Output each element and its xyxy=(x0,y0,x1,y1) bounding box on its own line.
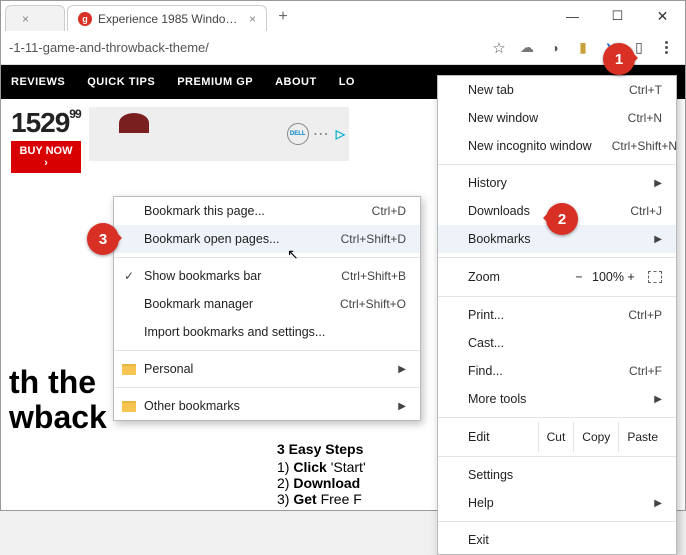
address-bar[interactable]: -1-11-game-and-throwback-theme/ xyxy=(7,40,485,55)
nav-item[interactable]: QUICK TIPS xyxy=(87,76,155,88)
fullscreen-button[interactable] xyxy=(644,271,666,283)
menu-separator xyxy=(438,456,676,457)
menu-other-bookmarks-folder[interactable]: Other bookmarks▶ xyxy=(114,392,420,420)
ad-image[interactable]: DELL ⋯ ▷ xyxy=(89,107,349,161)
ad-close-icon[interactable]: ▷ xyxy=(336,127,345,141)
edit-label: Edit xyxy=(468,430,538,444)
window-controls: — ☐ ✕ xyxy=(550,1,685,31)
menu-new-incognito[interactable]: New incognito windowCtrl+Shift+N xyxy=(438,132,676,160)
minimize-button[interactable]: — xyxy=(550,1,595,31)
chrome-menu-button[interactable] xyxy=(653,35,679,61)
menu-help[interactable]: Help▶ xyxy=(438,489,676,517)
paste-button[interactable]: Paste xyxy=(618,422,666,452)
zoom-in-button[interactable]: + xyxy=(618,270,644,284)
chevron-right-icon: ▶ xyxy=(654,498,662,509)
browser-toolbar: -1-11-game-and-throwback-theme/ ☆ ☁ ◑ ▮ … xyxy=(1,31,685,65)
chrome-main-menu: New tabCtrl+T New windowCtrl+N New incog… xyxy=(437,75,677,555)
menu-find[interactable]: Find...Ctrl+F xyxy=(438,357,676,385)
chevron-right-icon: ▶ xyxy=(654,234,662,245)
menu-separator xyxy=(114,350,420,351)
tab-active[interactable]: g Experience 1985 Windows with t × xyxy=(67,5,267,31)
menu-print[interactable]: Print...Ctrl+P xyxy=(438,301,676,329)
menu-zoom: Zoom − 100% + xyxy=(438,262,676,292)
adchoices-icon[interactable]: ⋯ xyxy=(313,124,330,144)
menu-settings[interactable]: Settings xyxy=(438,461,676,489)
ad-graphic xyxy=(119,113,149,133)
menu-separator xyxy=(438,521,676,522)
chevron-right-icon: ▶ xyxy=(654,394,662,405)
menu-separator xyxy=(114,257,420,258)
tab-title: Experience 1985 Windows with t xyxy=(98,12,243,26)
menu-bookmark-this-page[interactable]: Bookmark this page...Ctrl+D xyxy=(114,197,420,225)
close-icon[interactable]: × xyxy=(249,12,256,26)
price-label: 152999 xyxy=(11,107,81,139)
menu-history[interactable]: History▶ xyxy=(438,169,676,197)
annotation-callout-1: 1 xyxy=(603,43,635,75)
fullscreen-icon xyxy=(648,271,662,283)
chevron-right-icon: ▶ xyxy=(398,401,406,412)
zoom-label: Zoom xyxy=(468,270,566,284)
ad-steps: 3 Easy Steps 1) Click 'Start' 2) Downloa… xyxy=(277,441,366,507)
extension-icon[interactable]: ▮ xyxy=(571,36,595,60)
menu-more-tools[interactable]: More tools▶ xyxy=(438,385,676,413)
zoom-value: 100% xyxy=(592,270,618,284)
zoom-out-button[interactable]: − xyxy=(566,270,592,284)
maximize-button[interactable]: ☐ xyxy=(595,1,640,31)
kebab-icon xyxy=(665,41,668,54)
extension-icon[interactable]: ◑ xyxy=(543,36,567,60)
nav-item[interactable]: LO xyxy=(339,76,355,88)
menu-separator xyxy=(438,296,676,297)
chevron-right-icon: ▶ xyxy=(398,364,406,375)
nav-item[interactable]: PREMIUM GP xyxy=(177,76,253,88)
menu-import-bookmarks[interactable]: Import bookmarks and settings... xyxy=(114,318,420,346)
menu-cast[interactable]: Cast... xyxy=(438,329,676,357)
tab-strip: × g Experience 1985 Windows with t × + xyxy=(1,1,550,31)
menu-separator xyxy=(438,257,676,258)
tab-inactive[interactable]: × xyxy=(5,5,65,31)
menu-edit: Edit Cut Copy Paste xyxy=(438,422,676,452)
menu-exit[interactable]: Exit xyxy=(438,526,676,554)
dell-logo-icon: DELL xyxy=(287,123,309,145)
new-tab-button[interactable]: + xyxy=(269,3,297,31)
menu-separator xyxy=(438,164,676,165)
menu-separator xyxy=(114,387,420,388)
check-icon: ✓ xyxy=(124,269,134,283)
favicon-icon: g xyxy=(78,12,92,26)
menu-new-tab[interactable]: New tabCtrl+T xyxy=(438,76,676,104)
steps-title: 3 Easy Steps xyxy=(277,441,366,457)
extension-icon[interactable]: ☁ xyxy=(515,36,539,60)
cut-button[interactable]: Cut xyxy=(538,422,574,452)
copy-button[interactable]: Copy xyxy=(573,422,618,452)
close-window-button[interactable]: ✕ xyxy=(640,1,685,31)
folder-icon xyxy=(122,401,136,412)
nav-item[interactable]: ABOUT xyxy=(275,76,317,88)
chevron-right-icon: ▶ xyxy=(654,178,662,189)
menu-separator xyxy=(438,417,676,418)
bookmarks-submenu: Bookmark this page...Ctrl+D Bookmark ope… xyxy=(113,196,421,421)
window-titlebar: × g Experience 1985 Windows with t × + —… xyxy=(1,1,685,31)
bookmark-star-icon[interactable]: ☆ xyxy=(487,36,511,60)
menu-bookmark-manager[interactable]: Bookmark managerCtrl+Shift+O xyxy=(114,290,420,318)
close-icon[interactable]: × xyxy=(22,12,29,26)
menu-show-bookmarks-bar[interactable]: ✓Show bookmarks barCtrl+Shift+B xyxy=(114,262,420,290)
menu-bookmark-open-pages[interactable]: Bookmark open pages...Ctrl+Shift+D xyxy=(114,225,420,253)
nav-item[interactable]: REVIEWS xyxy=(11,76,65,88)
menu-new-window[interactable]: New windowCtrl+N xyxy=(438,104,676,132)
annotation-callout-3: 3 xyxy=(87,223,119,255)
buy-now-button[interactable]: BUY NOW › xyxy=(11,141,81,173)
folder-icon xyxy=(122,364,136,375)
annotation-callout-2: 2 xyxy=(546,203,578,235)
menu-personal-folder[interactable]: Personal▶ xyxy=(114,355,420,383)
